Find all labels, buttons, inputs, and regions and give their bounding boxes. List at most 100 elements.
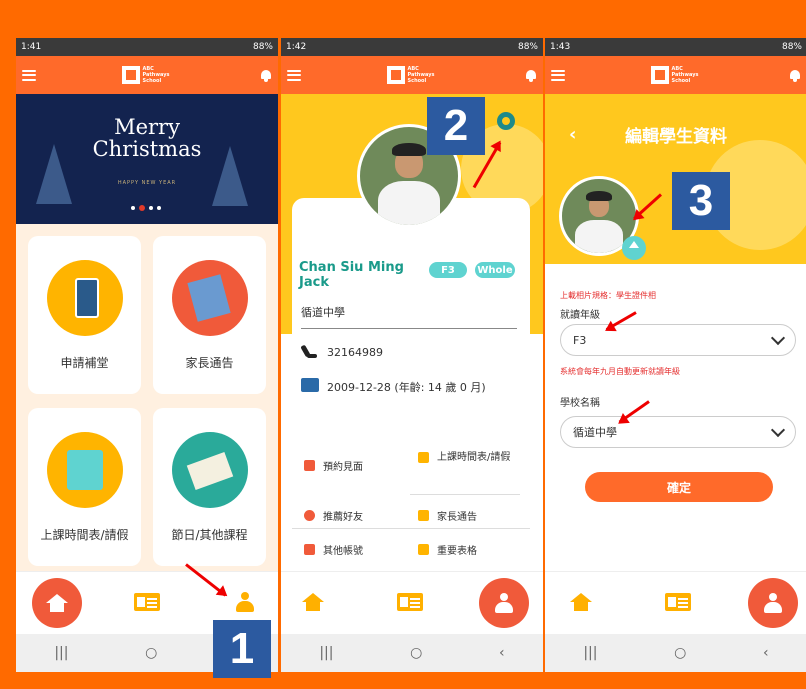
status-battery: 88% [252, 42, 273, 52]
phone-screen-2: 1:42 88% ABC Pathways School Chan Siu Mi… [281, 38, 543, 672]
banner-title: Merry Christmas [92, 115, 202, 161]
home-icon [46, 594, 68, 612]
status-battery: 88% [781, 42, 802, 52]
profile-tab[interactable] [229, 586, 261, 618]
app-bar: ABC Pathways School [16, 56, 278, 94]
bottom-tab-bar [545, 571, 806, 634]
step-badge-3: 3 [672, 172, 730, 230]
person-icon [764, 593, 782, 613]
status-bar: 1:43 88% [545, 38, 806, 56]
status-battery: 88% [517, 42, 538, 52]
back-button[interactable]: ‹ [499, 645, 505, 661]
tile-makeup-class[interactable]: 申請補堂 [28, 236, 141, 394]
christmas-banner[interactable]: Merry Christmas HAPPY NEW YEAR [16, 94, 278, 224]
status-time: 1:41 [21, 42, 42, 52]
school-select[interactable]: 循道中學 [560, 416, 796, 448]
android-nav-bar: ||| ○ ‹ [281, 634, 543, 672]
menu-item-parent-notice[interactable]: 家長通告 [418, 508, 477, 523]
profile-tab[interactable] [479, 578, 529, 628]
switch-icon [304, 544, 315, 555]
banner-subtitle: HAPPY NEW YEAR [117, 180, 177, 186]
confirm-button[interactable]: 確定 [585, 472, 773, 502]
menu-item-important-forms[interactable]: 重要表格 [418, 542, 477, 557]
step-badge-1: 1 [213, 620, 271, 678]
back-button[interactable]: ‹ [763, 645, 769, 661]
tile-parent-notice[interactable]: 家長通告 [153, 236, 266, 394]
school-name: 循道中學 [301, 306, 345, 319]
school-logo: ABC Pathways School [386, 66, 440, 84]
grade-label: 就讀年級 [560, 310, 600, 321]
phone-screen-1: 1:41 88% ABC Pathways School Merry Chris… [16, 38, 278, 672]
tile-timetable-leave[interactable]: 上課時間表/請假 [28, 408, 141, 566]
phone-screen-3: 1:43 88% ABC Pathways School ‹ 編輯學生資料 上載… [545, 38, 806, 672]
tile-festival-courses[interactable]: 節日/其他課程 [153, 408, 266, 566]
android-nav-bar: ||| ○ ‹ [545, 634, 806, 672]
pencil-icon [418, 452, 429, 463]
gear-icon[interactable] [497, 112, 515, 130]
menu-item-other-accounts[interactable]: 其他帳號 [304, 542, 363, 557]
id-card-icon [134, 593, 160, 611]
phone-hand-icon [47, 260, 123, 336]
bell-icon[interactable] [260, 69, 272, 82]
profile-tab[interactable] [748, 578, 798, 628]
status-bar: 1:41 88% [16, 38, 278, 56]
home-button[interactable]: ○ [145, 645, 157, 661]
person-icon [495, 593, 513, 613]
bell-icon[interactable] [525, 69, 537, 82]
grade-update-note: 系統會每年九月自動更新就讀年級 [560, 367, 680, 376]
menu-icon[interactable] [551, 69, 565, 81]
calendar-icon [304, 460, 315, 471]
school-logo: ABC Pathways School [121, 66, 175, 84]
recent-apps-button[interactable]: ||| [54, 645, 68, 661]
upload-photo-icon[interactable] [622, 236, 646, 260]
tile-label: 上課時間表/請假 [40, 528, 129, 542]
tile-label: 家長通告 [185, 356, 234, 370]
home-tab[interactable] [297, 586, 329, 618]
student-card-tab[interactable] [394, 586, 426, 618]
table-icon [418, 544, 429, 555]
menu-item-appointment[interactable]: 預約見面 [304, 458, 363, 473]
menu-icon[interactable] [22, 69, 36, 81]
pen-writing-icon [172, 432, 248, 508]
bottom-tab-bar [281, 571, 543, 634]
person-icon [304, 510, 315, 521]
student-card-tab[interactable] [131, 586, 163, 618]
chevron-down-icon [770, 422, 786, 437]
home-button[interactable]: ○ [674, 645, 686, 661]
birthday-cake-icon [301, 378, 319, 392]
menu-item-refer-friend[interactable]: 推薦好友 [304, 508, 363, 523]
person-icon [236, 592, 254, 612]
menu-icon[interactable] [287, 69, 301, 81]
class-type-badge: Whole [475, 262, 515, 278]
carousel-dots[interactable] [131, 205, 163, 211]
phone-icon [300, 344, 317, 359]
notice-icon [418, 510, 429, 521]
grade-badge: F3 [429, 262, 467, 278]
recent-apps-button[interactable]: ||| [583, 645, 597, 661]
home-tab[interactable] [565, 586, 597, 618]
id-card-icon [665, 593, 691, 611]
document-icon [172, 260, 248, 336]
app-bar: ABC Pathways School [545, 56, 806, 94]
school-label: 學校名稱 [560, 398, 600, 409]
tile-label: 申請補堂 [60, 356, 109, 370]
date-of-birth: 2009-12-28 (年齡: 14 歲 0 月) [327, 381, 486, 394]
bell-icon[interactable] [789, 69, 801, 82]
tile-label: 節日/其他課程 [171, 528, 248, 542]
home-tab[interactable] [32, 578, 82, 628]
menu-item-timetable-leave[interactable]: 上課時間表/請假 [418, 450, 526, 465]
status-time: 1:42 [286, 42, 307, 52]
phone-number: 32164989 [327, 346, 383, 359]
recent-apps-button[interactable]: ||| [319, 645, 333, 661]
status-time: 1:43 [550, 42, 571, 52]
shortcut-menu: 預約見面 上課時間表/請假 推薦好友 家長通告 其他帳號 重要表格 [292, 430, 530, 580]
photo-spec-note: 上載相片規格：學生證件相 [560, 291, 656, 300]
student-card-tab[interactable] [662, 586, 694, 618]
chevron-down-icon [770, 330, 786, 345]
grade-select[interactable]: F3 [560, 324, 796, 356]
feature-grid: 申請補堂 家長通告 上課時間表/請假 節日/其他課程 [16, 224, 278, 574]
home-icon [570, 593, 592, 611]
home-button[interactable]: ○ [410, 645, 422, 661]
app-bar: ABC Pathways School [281, 56, 543, 94]
step-badge-2: 2 [427, 97, 485, 155]
